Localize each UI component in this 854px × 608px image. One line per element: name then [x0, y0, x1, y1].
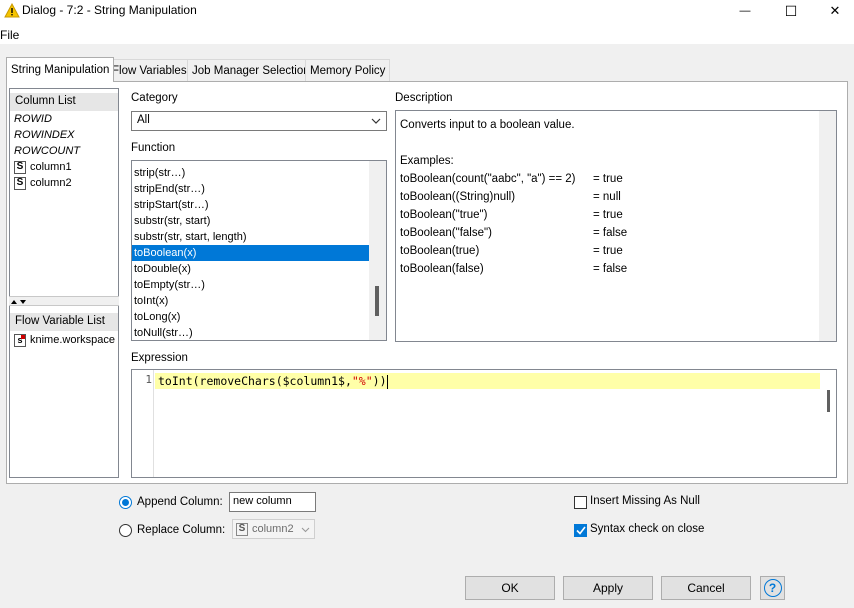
- description-scrollbar[interactable]: [819, 111, 836, 341]
- ok-button[interactable]: OK: [465, 576, 555, 600]
- warning-icon: [4, 3, 20, 18]
- editor-scrollbar-thumb[interactable]: [827, 390, 830, 412]
- list-item[interactable]: S column2: [10, 175, 118, 191]
- replace-column-label: Replace Column:: [137, 524, 226, 536]
- example-row: toBoolean("false") = false: [400, 224, 816, 242]
- example-row: toBoolean(false) = false: [400, 260, 816, 278]
- function-item[interactable]: stripEnd(str…): [132, 181, 370, 197]
- chevron-down-icon: [301, 527, 310, 533]
- line-gutter: 1: [132, 370, 154, 477]
- category-label: Category: [131, 92, 178, 104]
- string-type-icon: S: [236, 522, 248, 536]
- help-button[interactable]: ?: [760, 576, 785, 600]
- insert-missing-checkbox[interactable]: [574, 496, 587, 509]
- list-item[interactable]: s knime.workspace: [10, 332, 118, 348]
- expression-code[interactable]: toInt(removeChars($column1$,"%")): [158, 373, 388, 389]
- list-item[interactable]: ROWCOUNT: [10, 143, 118, 159]
- function-item[interactable]: substr(str, start, length): [132, 229, 370, 245]
- function-list-scrollbar[interactable]: [369, 161, 386, 340]
- text-cursor: [386, 374, 388, 389]
- string-type-icon: S: [14, 176, 26, 190]
- flow-variable-marker-icon: [21, 334, 25, 339]
- description-panel: Converts input to a boolean value. Examp…: [395, 110, 837, 342]
- splitter-arrows-icon: [11, 300, 26, 304]
- menu-file[interactable]: File: [0, 28, 19, 42]
- example-expression: toBoolean(false): [400, 263, 484, 275]
- append-column-radio[interactable]: [119, 496, 132, 509]
- example-row: toBoolean((String)null) = null: [400, 188, 816, 206]
- close-button[interactable]: ✕: [812, 0, 854, 22]
- example-row: toBoolean(true) = true: [400, 242, 816, 260]
- expression-editor[interactable]: 1 toInt(removeChars($column1$,"%")): [131, 369, 837, 478]
- function-item[interactable]: toEmpty(str…): [132, 277, 370, 293]
- description-label: Description: [395, 92, 453, 104]
- example-expression: toBoolean(count("aabc", "a") == 2): [400, 173, 576, 185]
- tab-flow-variables[interactable]: Flow Variables: [107, 59, 192, 81]
- help-icon: ?: [763, 579, 782, 597]
- category-value: All: [137, 114, 150, 126]
- cancel-button[interactable]: Cancel: [661, 576, 751, 600]
- checkmark-icon: [575, 526, 586, 535]
- maximize-icon: ☐: [784, 2, 798, 19]
- tab-string-manipulation[interactable]: String Manipulation: [6, 57, 115, 82]
- function-item[interactable]: strip(str…): [132, 165, 370, 181]
- close-icon: ✕: [829, 3, 841, 18]
- left-lists: Column List ROWID ROWINDEX ROWCOUNT S co…: [9, 88, 119, 478]
- string-type-icon: S: [14, 160, 26, 174]
- function-item[interactable]: toInt(x): [132, 293, 370, 309]
- list-item[interactable]: S column1: [10, 159, 118, 175]
- function-item[interactable]: toNull(str…): [132, 325, 370, 340]
- insert-missing-label: Insert Missing As Null: [590, 495, 700, 507]
- function-list: strip(str…) stripEnd(str…) stripStart(str……: [131, 160, 387, 341]
- expression-label: Expression: [131, 352, 188, 364]
- maximize-button[interactable]: ☐: [768, 0, 814, 22]
- list-item[interactable]: ROWINDEX: [10, 127, 118, 143]
- line-number: 1: [145, 373, 152, 386]
- example-result: = true: [593, 245, 623, 257]
- tab-memory-policy[interactable]: Memory Policy: [305, 59, 391, 81]
- syntax-check-label: Syntax check on close: [590, 523, 705, 535]
- tab-job-manager-selection[interactable]: Job Manager Selection: [187, 59, 315, 81]
- title-bar: Dialog - 7:2 - String Manipulation — ☐ ✕: [0, 0, 854, 22]
- menu-bar: File: [0, 22, 854, 44]
- scrollbar-thumb[interactable]: [375, 286, 379, 316]
- append-column-label: Append Column:: [137, 496, 223, 508]
- example-result: = true: [593, 173, 623, 185]
- function-item[interactable]: toDouble(x): [132, 261, 370, 277]
- minimize-icon: —: [739, 5, 751, 17]
- syntax-check-checkbox[interactable]: [574, 524, 587, 537]
- function-item[interactable]: substr(str, start): [132, 213, 370, 229]
- example-result: = null: [593, 191, 621, 203]
- flow-variable-string-icon: s: [14, 333, 26, 347]
- example-result: = true: [593, 209, 623, 221]
- function-item[interactable]: toBoolean(x): [132, 245, 370, 261]
- list-item[interactable]: ROWID: [10, 111, 118, 127]
- function-item[interactable]: stripStart(str…): [132, 197, 370, 213]
- examples-label: Examples:: [400, 155, 454, 167]
- example-expression: toBoolean("false"): [400, 227, 492, 239]
- category-select[interactable]: All: [131, 111, 387, 131]
- example-row: toBoolean("true") = true: [400, 206, 816, 224]
- column-list-header: Column List: [10, 93, 118, 111]
- replace-column-select[interactable]: S column2: [232, 519, 315, 539]
- replace-column-radio[interactable]: [119, 524, 132, 537]
- chevron-down-icon: [371, 118, 381, 124]
- minimize-button[interactable]: —: [722, 0, 768, 22]
- list-splitter[interactable]: [9, 296, 119, 306]
- example-result: = false: [593, 227, 628, 239]
- example-expression: toBoolean("true"): [400, 209, 488, 221]
- append-column-input[interactable]: new column: [229, 492, 316, 512]
- replace-column-value: column2: [252, 523, 294, 535]
- apply-button[interactable]: Apply: [563, 576, 653, 600]
- window-title: Dialog - 7:2 - String Manipulation: [22, 3, 197, 17]
- function-item[interactable]: toLong(x): [132, 309, 370, 325]
- example-row: toBoolean(count("aabc", "a") == 2) = true: [400, 170, 816, 188]
- example-result: = false: [593, 263, 628, 275]
- example-expression: toBoolean(true): [400, 245, 480, 257]
- function-label: Function: [131, 142, 176, 154]
- flow-variable-list-header: Flow Variable List: [10, 313, 118, 331]
- example-expression: toBoolean((String)null): [400, 191, 516, 203]
- description-summary: Converts input to a boolean value.: [400, 119, 575, 131]
